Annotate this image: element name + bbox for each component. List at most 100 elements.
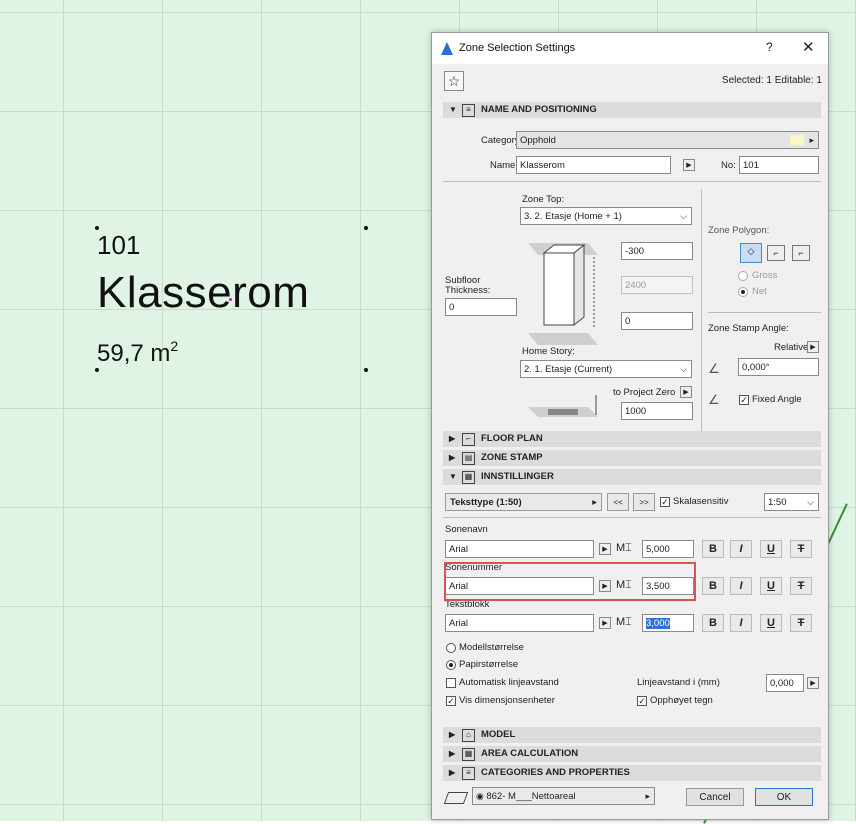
- model-size-radio[interactable]: [446, 643, 456, 653]
- section-area-calculation[interactable]: ▶ ▦ AREA CALCULATION: [443, 746, 821, 762]
- zone-top-select[interactable]: 3. 2. Etasje (Home + 1) ⌵: [520, 207, 692, 225]
- net-radio[interactable]: [738, 287, 748, 297]
- text-size-icon: M⌶: [616, 616, 632, 628]
- superscript-checkbox[interactable]: ✓: [637, 696, 647, 706]
- number-field[interactable]: 101: [739, 156, 819, 174]
- auto-spacing-checkbox[interactable]: [446, 678, 456, 688]
- strikethrough-button[interactable]: T: [790, 540, 812, 558]
- layer-select[interactable]: ◉ 862- M___Nettoareal ▸: [472, 787, 655, 805]
- stamp-hotspot[interactable]: [364, 368, 368, 372]
- selected-info: Selected: 1 Editable: 1: [721, 75, 822, 86]
- paper-size-radio[interactable]: [446, 660, 456, 670]
- name-field[interactable]: Klasserom: [516, 156, 671, 174]
- zone-stamp-icon: ▤: [462, 452, 475, 465]
- text-type-select[interactable]: Teksttype (1:50) ▸: [445, 493, 602, 511]
- italic-button[interactable]: I: [730, 540, 752, 558]
- area-calculation-icon: ▦: [462, 748, 475, 761]
- fixed-angle-checkbox[interactable]: ✓: [739, 395, 749, 405]
- relative-arrow-icon[interactable]: ▶: [807, 341, 819, 353]
- ok-button[interactable]: OK: [755, 788, 813, 806]
- name-label: Name:: [490, 160, 518, 171]
- underline-button[interactable]: U: [760, 540, 782, 558]
- gross-radio[interactable]: [738, 271, 748, 281]
- number-label: No:: [721, 160, 736, 171]
- chevron-down-icon: ⌵: [680, 211, 687, 221]
- sonenavn-label: Sonenavn: [445, 524, 488, 535]
- section-name-positioning[interactable]: ▼ ≡ NAME AND POSITIONING: [443, 102, 821, 118]
- font-arrow-icon[interactable]: ▶: [599, 543, 611, 555]
- italic-button[interactable]: I: [730, 614, 752, 632]
- bottom-offset-field[interactable]: 0: [621, 312, 693, 330]
- divider: [443, 181, 821, 182]
- scale-value: 1:50: [768, 497, 787, 508]
- section-floor-plan[interactable]: ▶ ⌐ FLOOR PLAN: [443, 431, 821, 447]
- zone-settings-dialog: Zone Selection Settings ? ✕ ☆ Selected: …: [431, 32, 829, 820]
- stamp-hotspot[interactable]: [95, 368, 99, 372]
- strikethrough-button[interactable]: T: [790, 614, 812, 632]
- next-button[interactable]: >>: [633, 493, 655, 511]
- fixed-angle-label: Fixed Angle: [752, 394, 802, 405]
- top-offset-field[interactable]: -300: [621, 242, 693, 260]
- archicad-icon: [441, 42, 453, 55]
- selected-size-text: 3,000: [646, 618, 670, 629]
- prev-button[interactable]: <<: [607, 493, 629, 511]
- underline-button[interactable]: U: [760, 614, 782, 632]
- section-innstillinger[interactable]: ▼ ▦ INNSTILLINGER: [443, 469, 821, 485]
- section-zone-stamp[interactable]: ▶ ▤ ZONE STAMP: [443, 450, 821, 466]
- line-spacing-arrow-icon[interactable]: ▶: [807, 677, 819, 689]
- help-button[interactable]: ?: [766, 40, 773, 54]
- polygon-reference-icon[interactable]: ⌐: [767, 245, 785, 261]
- gross-label: Gross: [752, 270, 778, 281]
- layer-value: 862- M___Nettoareal: [486, 791, 576, 802]
- home-story-label: Home Story:: [522, 346, 575, 357]
- section-label: FLOOR PLAN: [481, 433, 543, 444]
- section-categories-properties[interactable]: ▶ ≡ CATEGORIES AND PROPERTIES: [443, 765, 821, 781]
- to-project-zero-label: to Project Zero: [613, 387, 676, 398]
- bold-button[interactable]: B: [702, 577, 724, 595]
- zone-height-field[interactable]: 2400: [621, 276, 693, 294]
- favorites-star-icon[interactable]: ☆: [444, 71, 464, 91]
- bold-button[interactable]: B: [702, 540, 724, 558]
- scale-select[interactable]: 1:50 ⌵: [764, 493, 819, 511]
- zone-height-diagram: [528, 243, 598, 345]
- tekstblokk-font-field[interactable]: Arial: [445, 614, 594, 632]
- stamp-angle-field[interactable]: 0,000°: [738, 358, 819, 376]
- category-value: Opphold: [520, 135, 556, 146]
- scale-sensitive-checkbox[interactable]: ✓: [660, 497, 670, 507]
- section-model[interactable]: ▶ ⌂ MODEL: [443, 727, 821, 743]
- dialog-titlebar[interactable]: Zone Selection Settings ? ✕: [432, 33, 828, 64]
- project-zero-field[interactable]: 1000: [621, 402, 693, 420]
- close-button[interactable]: ✕: [802, 38, 815, 56]
- home-story-select[interactable]: 2. 1. Etasje (Current) ⌵: [520, 360, 692, 378]
- sonenavn-font-field[interactable]: Arial: [445, 540, 594, 558]
- show-units-checkbox[interactable]: ✓: [446, 696, 456, 706]
- category-color-swatch: [790, 135, 804, 145]
- section-label: ZONE STAMP: [481, 452, 543, 463]
- strikethrough-button[interactable]: T: [790, 577, 812, 595]
- divider: [443, 517, 821, 518]
- model-icon: ⌂: [462, 729, 475, 742]
- name-menu-arrow-icon[interactable]: ▶: [683, 159, 695, 171]
- polygon-inner-edge-icon[interactable]: ⌐: [792, 245, 810, 261]
- collapsed-triangle-icon: ▶: [449, 434, 456, 443]
- sonenavn-size-field[interactable]: 5,000: [642, 540, 694, 558]
- stamp-hotspot[interactable]: [364, 226, 368, 230]
- bold-button[interactable]: B: [702, 614, 724, 632]
- floor-plan-icon: ⌐: [462, 433, 475, 446]
- divider: [701, 189, 702, 431]
- line-spacing-field[interactable]: 0,000: [766, 674, 804, 692]
- divider: [708, 312, 821, 313]
- dialog-title: Zone Selection Settings: [459, 42, 576, 54]
- italic-button[interactable]: I: [730, 577, 752, 595]
- font-arrow-icon[interactable]: ▶: [599, 617, 611, 629]
- subfloor-field[interactable]: 0: [445, 298, 517, 316]
- tekstblokk-size-field[interactable]: 3,000: [642, 614, 694, 632]
- cancel-button[interactable]: Cancel: [686, 788, 744, 806]
- underline-button[interactable]: U: [760, 577, 782, 595]
- paper-size-label: Papirstørrelse: [459, 659, 519, 670]
- category-select[interactable]: Opphold ▸: [516, 131, 819, 149]
- text-type-value: Teksttype (1:50): [450, 497, 522, 508]
- auto-spacing-label: Automatisk linjeavstand: [459, 677, 559, 688]
- polygon-manual-icon[interactable]: ◇: [740, 243, 762, 263]
- project-zero-arrow-icon[interactable]: ▶: [680, 386, 692, 398]
